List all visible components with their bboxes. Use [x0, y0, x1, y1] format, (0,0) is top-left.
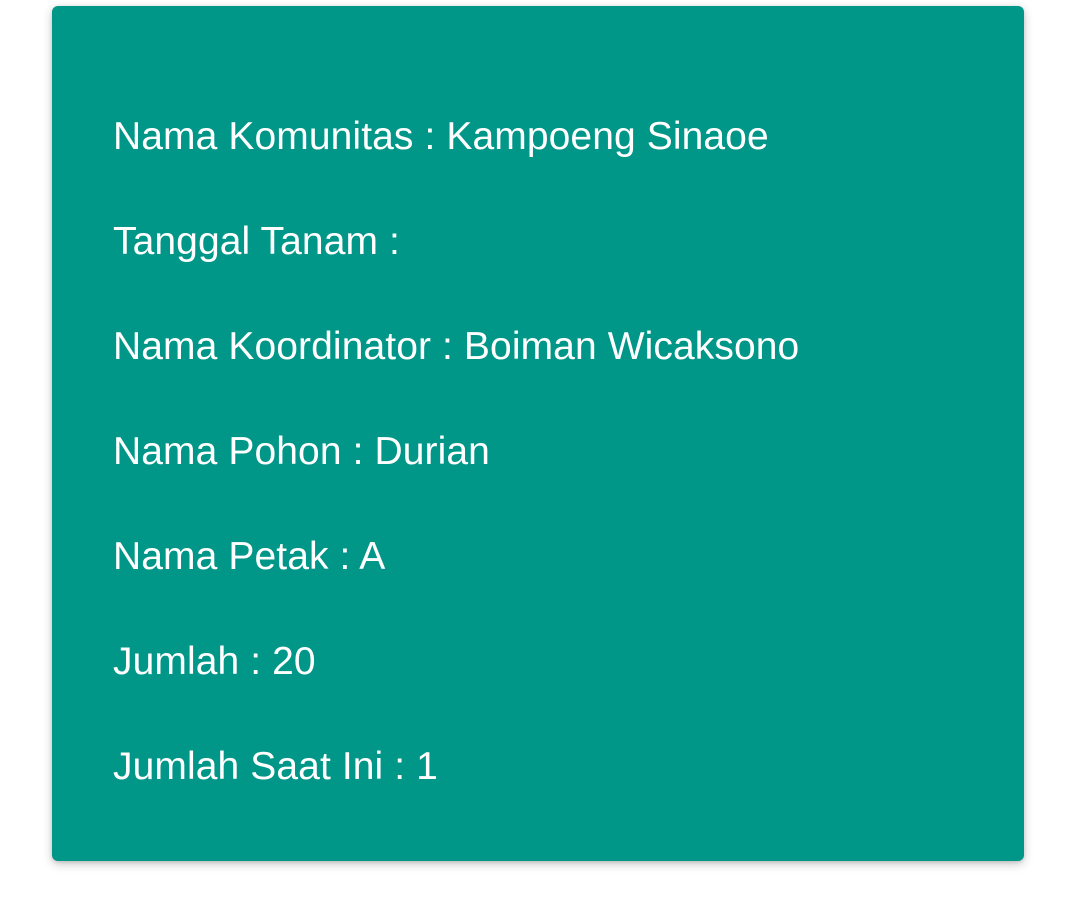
label-nama-petak: Nama Petak [113, 535, 329, 578]
label-nama-pohon: Nama Pohon [113, 430, 342, 473]
value-nama-petak: A [359, 535, 386, 578]
label-nama-komunitas: Nama Komunitas [113, 115, 414, 158]
row-tanggal-tanam: Tanggal Tanam : [113, 219, 411, 265]
row-jumlah-saat-ini: Jumlah Saat Ini : 1 [113, 744, 438, 790]
value-nama-pohon: Durian [374, 430, 490, 473]
label-jumlah-saat-ini: Jumlah Saat Ini [113, 745, 384, 788]
row-nama-pohon: Nama Pohon : Durian [113, 429, 490, 475]
separator: : [383, 745, 417, 788]
row-jumlah: Jumlah : 20 [113, 639, 316, 685]
row-nama-petak: Nama Petak : A [113, 534, 385, 580]
label-nama-koordinator: Nama Koordinator [113, 325, 432, 368]
separator: : [239, 640, 273, 683]
row-nama-komunitas: Nama Komunitas : Kampoeng Sinaoe [113, 114, 769, 160]
row-nama-koordinator: Nama Koordinator : Boiman Wicaksono [113, 324, 799, 370]
value-jumlah-saat-ini: 1 [416, 745, 438, 788]
separator: : [341, 430, 375, 473]
value-nama-komunitas: Kampoeng Sinaoe [446, 115, 769, 158]
separator: : [431, 325, 464, 368]
detail-list: Nama Komunitas : Kampoeng Sinaoe Tanggal… [113, 6, 984, 861]
label-jumlah: Jumlah [113, 640, 240, 683]
separator: : [328, 535, 360, 578]
value-jumlah: 20 [272, 640, 316, 683]
label-tanggal-tanam: Tanggal Tanam [113, 220, 379, 263]
detail-card: Nama Komunitas : Kampoeng Sinaoe Tanggal… [52, 6, 1024, 861]
separator: : [413, 115, 447, 158]
value-nama-koordinator: Boiman Wicaksono [463, 325, 800, 368]
separator: : [378, 220, 411, 263]
